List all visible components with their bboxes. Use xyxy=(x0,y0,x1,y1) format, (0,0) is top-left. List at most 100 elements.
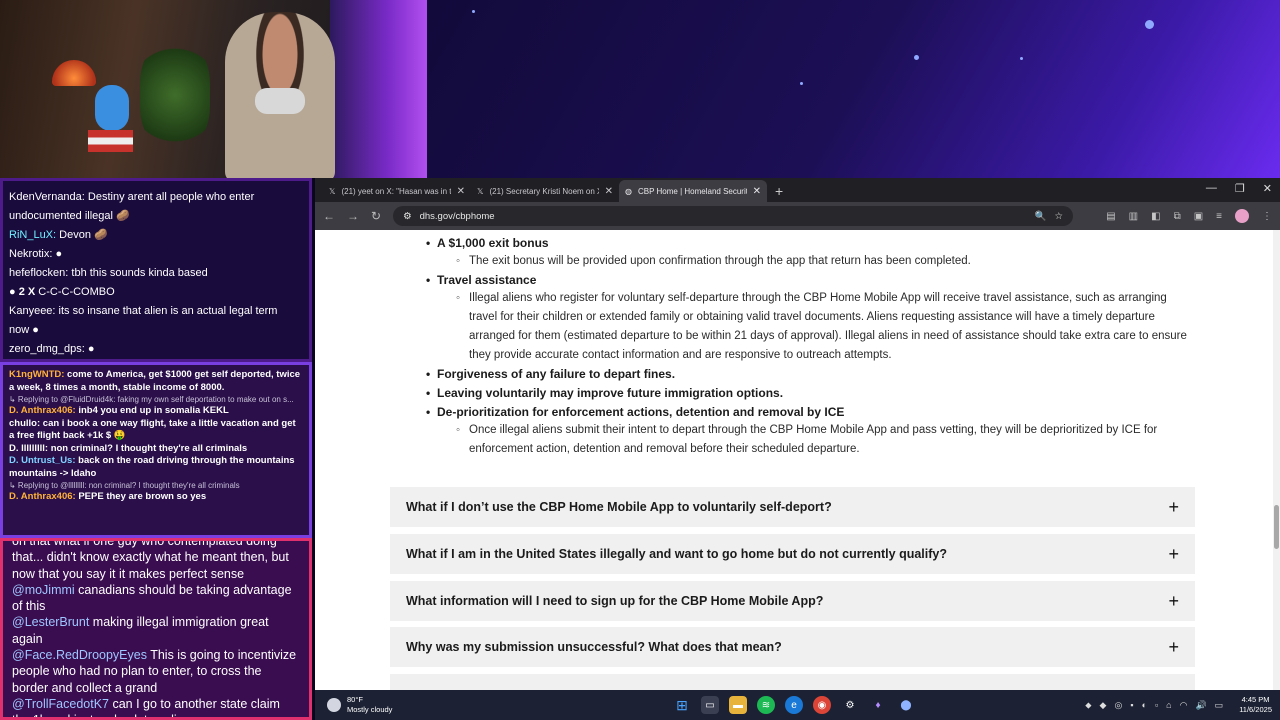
chat-message: @moJimmi canadians should be taking adva… xyxy=(12,582,292,614)
bullet-detail: The exit bonus will be provided upon con… xyxy=(456,252,1189,271)
tray-icon[interactable]: ◎ xyxy=(1114,700,1122,711)
bullet-heading: De-prioritization for enforcement action… xyxy=(426,405,844,419)
weather-widget[interactable]: 80°F Mostly cloudy xyxy=(315,695,615,715)
combo-message: ● 2 X C-C-C-COMBO xyxy=(9,286,115,298)
tray-icon[interactable]: ⬥ xyxy=(1085,700,1091,711)
clock[interactable]: 4:45 PM 11/6/2025 xyxy=(1231,695,1280,715)
close-icon[interactable]: ✕ xyxy=(753,186,761,197)
edge-icon[interactable]: e xyxy=(785,696,803,714)
tray-icon[interactable]: ⌂ xyxy=(1166,700,1171,710)
settings-icon[interactable]: ⚙ xyxy=(841,696,859,714)
faq-accordion-item[interactable] xyxy=(390,674,1195,690)
address-bar[interactable]: ⚙ dhs.gov/cbphome 🔍 ☆ xyxy=(393,206,1074,226)
new-tab-button[interactable]: + xyxy=(775,180,783,202)
books xyxy=(88,130,133,152)
star xyxy=(1020,57,1023,60)
star xyxy=(914,55,919,60)
app-icon[interactable]: ♦ xyxy=(869,696,887,714)
plus-icon[interactable]: + xyxy=(1168,637,1179,658)
chat-panel-top: KdenVernanda: Destiny arent all people w… xyxy=(0,178,312,362)
taskbar: 80°F Mostly cloudy ⊞ ▭ ▬ ≋ e ◉ ⚙ ♦ ⬤ ⬥ ◆… xyxy=(315,690,1280,720)
plus-icon[interactable]: + xyxy=(1168,544,1179,565)
close-icon[interactable]: ✕ xyxy=(457,186,465,197)
file-explorer-icon[interactable]: ▬ xyxy=(729,696,747,714)
extension-icon[interactable]: ▥ xyxy=(1129,211,1138,222)
chat-message: K1ngWNTD: come to America, get $1000 get… xyxy=(9,369,301,393)
menu-icon[interactable]: ⋮ xyxy=(1262,211,1272,222)
tray-icon[interactable]: ▫ xyxy=(1155,700,1158,710)
globe-icon: ◍ xyxy=(625,186,632,196)
faq-question: Why was my submission unsuccessful? What… xyxy=(406,640,782,654)
x-logo-icon: 𝕏 xyxy=(477,186,484,196)
chat-message: hefeflocken: tbh this sounds kinda based xyxy=(9,267,208,279)
tray-icon[interactable]: ▪ xyxy=(1130,700,1133,710)
bullet-detail: Illegal aliens who register for voluntar… xyxy=(456,289,1189,365)
avatar[interactable] xyxy=(1235,209,1249,223)
steam-icon[interactable]: ⬤ xyxy=(897,696,915,714)
volume-icon[interactable]: 🔊 xyxy=(1195,700,1206,711)
chat-panel-bottom: on that what if one guy who contemplated… xyxy=(0,538,312,720)
battery-icon[interactable]: ▭ xyxy=(1215,700,1224,711)
minimize-icon[interactable]: — xyxy=(1206,182,1217,195)
faq-accordion-item[interactable]: What information will I need to sign up … xyxy=(390,581,1195,621)
url-text: dhs.gov/cbphome xyxy=(419,210,495,222)
faq-accordion-item[interactable]: What if I am in the United States illega… xyxy=(390,534,1195,574)
reload-icon[interactable]: ↻ xyxy=(371,209,381,223)
scrollbar-thumb[interactable] xyxy=(1274,505,1279,549)
scrollbar[interactable] xyxy=(1273,230,1280,690)
chat-message: @TrollFacedotK7 can I go to another stat… xyxy=(12,696,280,717)
bookmark-star-icon[interactable]: ☆ xyxy=(1055,211,1064,222)
browser-window: 𝕏 (21) yeet on X: "Hasan was in th ✕ 𝕏 (… xyxy=(315,178,1280,690)
task-view-icon[interactable]: ▭ xyxy=(701,696,719,714)
lamp xyxy=(52,60,96,86)
bullet-heading: A $1,000 exit bonus xyxy=(426,236,549,250)
chrome-icon[interactable]: ◉ xyxy=(813,696,831,714)
maximize-icon[interactable]: ❐ xyxy=(1235,182,1245,195)
webcam-feed xyxy=(0,0,427,178)
media-icon[interactable]: ≡ xyxy=(1216,211,1222,222)
faq-accordion-item[interactable]: What if I don’t use the CBP Home Mobile … xyxy=(390,487,1195,527)
close-window-icon[interactable]: ✕ xyxy=(1263,182,1272,195)
extension-icons: ▤ ▥ ◧ ⧉ ▣ ≡ ⋮ xyxy=(1106,209,1272,223)
tab-yeet[interactable]: 𝕏 (21) yeet on X: "Hasan was in th ✕ xyxy=(323,180,471,202)
windows-start-icon[interactable]: ⊞ xyxy=(673,696,691,714)
microphone xyxy=(255,88,305,114)
time: 4:45 PM xyxy=(1241,695,1270,704)
reply-indicator: ↳ Replying to @lllllllll: non criminal? … xyxy=(9,481,240,490)
chat-panel-middle: K1ngWNTD: come to America, get $1000 get… xyxy=(0,362,312,538)
taskbar-apps: ⊞ ▭ ▬ ≋ e ◉ ⚙ ♦ ⬤ xyxy=(673,696,915,714)
tab-bar: 𝕏 (21) yeet on X: "Hasan was in th ✕ 𝕏 (… xyxy=(315,178,1280,202)
bullet-heading: Travel assistance xyxy=(426,273,536,287)
chat-message: D. Anthrax406: PEPE they are brown so ye… xyxy=(9,491,207,502)
system-tray: ⬥ ◆ ◎ ▪ ◐ ▫ ⌂ ◠ 🔊 ▭ 4:45 PM 11/6/2025 xyxy=(1085,695,1280,715)
spotify-icon[interactable]: ≋ xyxy=(757,696,775,714)
tab-noem[interactable]: 𝕏 (21) Secretary Kristi Noem on X ✕ xyxy=(471,180,619,202)
site-info-icon[interactable]: ⚙ xyxy=(403,211,412,222)
close-icon[interactable]: ✕ xyxy=(605,186,613,197)
chat-message: KdenVernanda: Destiny arent all people w… xyxy=(9,191,255,203)
faq-question: What if I am in the United States illega… xyxy=(406,547,948,561)
neon-light xyxy=(330,0,427,178)
zoom-icon[interactable]: 🔍 xyxy=(1035,211,1047,222)
tab-title: (21) Secretary Kristi Noem on X xyxy=(489,186,599,196)
bullet-heading: Leaving voluntarily may improve future i… xyxy=(426,386,783,400)
wifi-icon[interactable]: ◠ xyxy=(1180,700,1188,711)
back-icon[interactable]: ← xyxy=(323,209,335,223)
extension-icon[interactable]: ◧ xyxy=(1151,211,1160,222)
cloud-icon xyxy=(327,698,341,712)
chat-message: Nekrotix: ● xyxy=(9,248,63,260)
sidebar-icon[interactable]: ▣ xyxy=(1194,211,1203,222)
tab-cbp-home[interactable]: ◍ CBP Home | Homeland Security ✕ xyxy=(619,180,767,202)
puzzle-icon[interactable]: ⧉ xyxy=(1174,211,1181,222)
plus-icon[interactable]: + xyxy=(1168,497,1179,518)
chat-message: @Face.RedDroopyEyes This is going to inc… xyxy=(12,648,297,695)
forward-icon[interactable]: → xyxy=(347,209,359,223)
page-content: A $1,000 exit bonus The exit bonus will … xyxy=(315,230,1273,690)
tray-icon[interactable]: ◐ xyxy=(1142,700,1147,710)
extension-icon[interactable]: ▤ xyxy=(1106,211,1115,222)
plus-icon[interactable]: + xyxy=(1168,591,1179,612)
star xyxy=(472,10,475,13)
tray-icon[interactable]: ◆ xyxy=(1100,700,1107,711)
temperature: 80°F xyxy=(347,695,363,704)
faq-accordion-item[interactable]: Why was my submission unsuccessful? What… xyxy=(390,627,1195,667)
